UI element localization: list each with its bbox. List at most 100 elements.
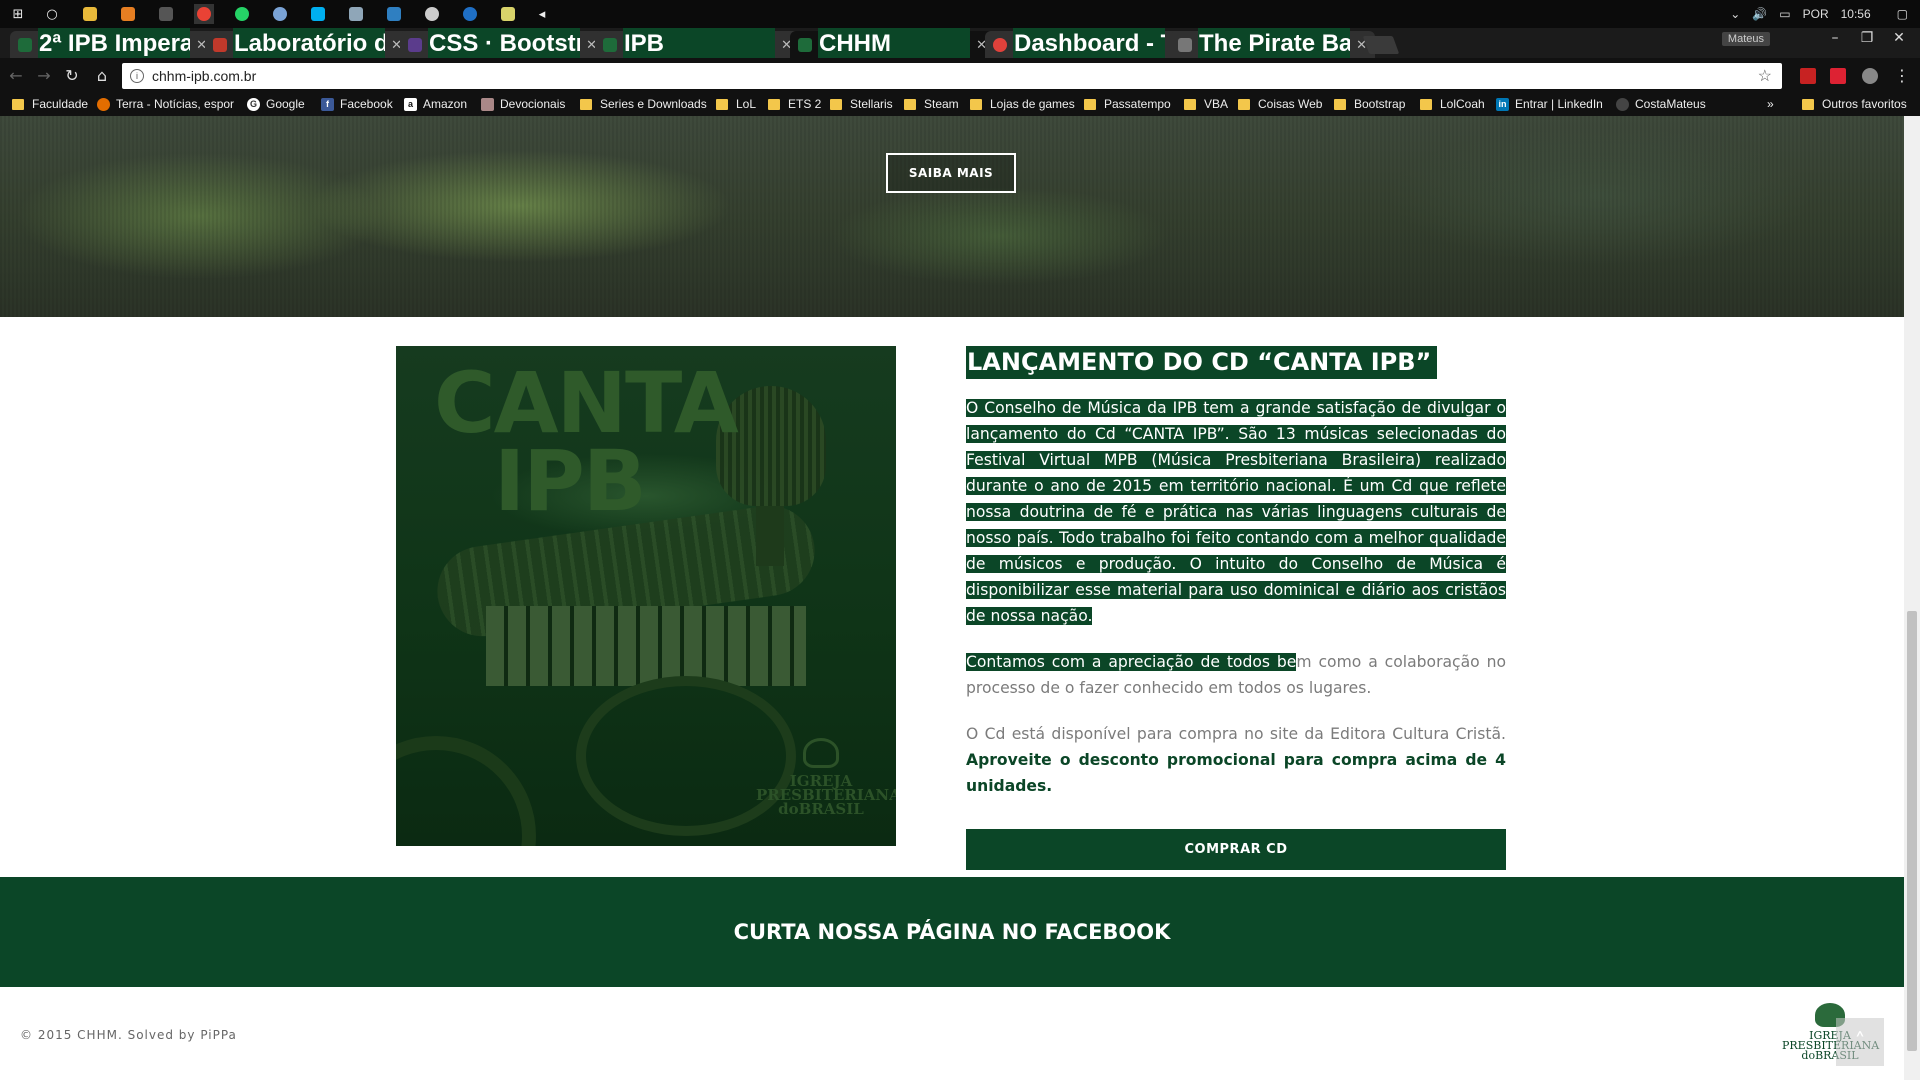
folder-icon	[1084, 98, 1096, 110]
site-info-icon[interactable]: i	[130, 69, 144, 83]
saiba-mais-button[interactable]: SAIBA MAIS	[886, 153, 1016, 193]
notepad-icon[interactable]	[498, 4, 518, 24]
folder-icon	[830, 98, 842, 110]
restore-icon[interactable]: ❐	[1852, 30, 1882, 46]
extension-icon[interactable]	[1862, 68, 1878, 84]
extension-icon[interactable]	[1830, 68, 1846, 84]
chrome-icon[interactable]	[194, 4, 214, 24]
network-icon[interactable]: ▭	[1779, 7, 1790, 21]
cortana-icon[interactable]: ○	[42, 4, 62, 24]
media-player-icon[interactable]	[118, 4, 138, 24]
remote-desktop-icon[interactable]	[346, 4, 366, 24]
bookmark-item[interactable]: Terra - Notícias, espor	[97, 97, 234, 111]
menu-icon[interactable]: ⋮	[1892, 66, 1912, 86]
bookmark-item[interactable]: in Entrar | LinkedIn	[1496, 97, 1603, 111]
page-scrollbar[interactable]	[1904, 116, 1920, 1080]
globe-icon[interactable]	[270, 4, 290, 24]
other-bookmarks[interactable]: Outros favoritos	[1802, 97, 1907, 111]
browser-tab[interactable]: IPB ✕	[595, 28, 800, 61]
notifications-icon[interactable]: ▢	[1897, 7, 1908, 21]
folder-icon	[904, 98, 916, 110]
bookmark-item[interactable]: Series e Downloads	[580, 97, 707, 111]
browser-tab[interactable]: Dashboard - Trakt.tv ✕	[985, 28, 1190, 61]
minimize-icon[interactable]: –	[1820, 30, 1850, 46]
bookmark-item[interactable]: LolCoah	[1420, 97, 1485, 111]
tab-favicon-icon	[213, 37, 227, 52]
tab-title: Laboratório de Usabilida	[233, 28, 386, 61]
chevron-up-icon: ˄	[1854, 1029, 1866, 1055]
bookmark-item[interactable]: Bootstrap	[1334, 97, 1405, 111]
footer-copyright: © 2015 CHHM. Solved by PiPPa	[20, 1028, 237, 1042]
bookmark-item[interactable]: Faculdade	[12, 97, 88, 111]
back-icon[interactable]: ←	[6, 66, 26, 86]
bookmarks-overflow-button[interactable]: »	[1767, 97, 1774, 111]
skype-icon[interactable]	[308, 4, 328, 24]
article: LANÇAMENTO DO CD “CANTA IPB” O Conselho …	[966, 346, 1506, 870]
github-icon	[1616, 97, 1629, 111]
profile-button[interactable]: Mateus	[1721, 32, 1770, 46]
facebook-cta-text[interactable]: CURTA NOSSA PÁGINA NO FACEBOOK	[734, 920, 1171, 944]
album-title: CANTA IPB	[434, 354, 739, 530]
tab-favicon-icon	[1178, 37, 1192, 52]
file-explorer-icon[interactable]	[80, 4, 100, 24]
amazon-icon: a	[404, 97, 417, 111]
scrollbar-thumb[interactable]	[1907, 611, 1917, 1051]
home-icon[interactable]: ⌂	[92, 66, 112, 86]
language-indicator[interactable]: POR	[1803, 7, 1829, 21]
tab-title: Dashboard - Trakt.tv	[1013, 28, 1166, 61]
article-paragraph: O Conselho de Música da IPB tem a grande…	[966, 399, 1506, 625]
tab-title: The Pirate Bay - The gala	[1198, 28, 1351, 61]
forward-icon[interactable]: →	[34, 66, 54, 86]
bookmark-item[interactable]: LoL	[716, 97, 756, 111]
windows-start-icon[interactable]: ⊞	[8, 4, 28, 24]
new-tab-button[interactable]	[1362, 36, 1400, 54]
album-cover-image: CANTA IPB IGREJA PRESBITERIANA doBRASIL	[396, 346, 896, 846]
bookmark-item[interactable]: G Google	[247, 97, 305, 111]
cloud-app-icon[interactable]	[422, 4, 442, 24]
bookmark-item[interactable]: Stellaris	[830, 97, 893, 111]
windows-taskbar: ⊞ ○ ◂ ⌄ 🔊 ▭ POR 10:56 ▢	[0, 0, 1920, 28]
reload-icon[interactable]: ↻	[62, 66, 82, 86]
page-viewport: SAIBA MAIS CANTA IPB IGREJA PRESBITERIAN…	[0, 116, 1904, 1080]
edge-icon[interactable]	[460, 4, 480, 24]
tab-title: CSS · Bootstrap em Portu	[428, 28, 581, 61]
bookmark-item[interactable]: Devocionais	[481, 97, 565, 111]
tab-title: 2ª IPB Imperatriz - MA	[38, 28, 191, 61]
promo-text: Aproveite o desconto promocional para co…	[966, 751, 1506, 795]
devotional-icon	[481, 97, 494, 111]
browser-tab[interactable]: The Pirate Bay - The gala ✕	[1170, 28, 1375, 61]
bookmark-item[interactable]: Coisas Web	[1238, 97, 1322, 111]
bookmark-item[interactable]: ETS 2	[768, 97, 821, 111]
whatsapp-icon[interactable]	[232, 4, 252, 24]
piano-keys-icon	[486, 606, 806, 686]
movie-maker-icon[interactable]	[156, 4, 176, 24]
back-to-top-button[interactable]: ˄	[1836, 1018, 1884, 1066]
address-url: chhm-ipb.com.br	[152, 68, 257, 84]
facebook-cta-band[interactable]: CURTA NOSSA PÁGINA NO FACEBOOK	[0, 877, 1904, 987]
close-window-icon[interactable]: ✕	[1884, 30, 1914, 46]
comprar-cd-button[interactable]: COMPRAR CD	[966, 829, 1506, 870]
bookmark-item[interactable]: Lojas de games	[970, 97, 1075, 111]
bookmark-item[interactable]: f Facebook	[321, 97, 393, 111]
tab-favicon-icon	[18, 37, 32, 52]
teamviewer-icon[interactable]	[384, 4, 404, 24]
extension-icon[interactable]	[1800, 68, 1816, 84]
bookmark-star-icon[interactable]: ☆	[1758, 66, 1772, 86]
browser-tab[interactable]: 2ª IPB Imperatriz - MA ✕	[10, 28, 215, 61]
audio-app-icon[interactable]: ◂	[532, 4, 552, 24]
tab-favicon-icon	[798, 37, 812, 52]
bookmark-item[interactable]: Steam	[904, 97, 959, 111]
chevron-up-icon[interactable]: ⌄	[1730, 7, 1740, 21]
clock[interactable]: 10:56	[1841, 7, 1871, 21]
browser-tab[interactable]: CSS · Bootstrap em Portu ✕	[400, 28, 605, 61]
bookmark-item[interactable]: Passatempo	[1084, 97, 1171, 111]
bookmark-item[interactable]: CostaMateus	[1616, 97, 1706, 111]
address-bar[interactable]: i chhm-ipb.com.br ☆	[122, 63, 1782, 89]
volume-icon[interactable]: 🔊	[1752, 7, 1767, 21]
google-icon: G	[247, 97, 260, 111]
bookmark-item[interactable]: VBA	[1184, 97, 1228, 111]
browser-tab-active[interactable]: CHHM ✕	[790, 28, 995, 61]
browser-tab[interactable]: Laboratório de Usabilida ✕	[205, 28, 410, 61]
bookmark-item[interactable]: a Amazon	[404, 97, 467, 111]
terra-icon	[97, 97, 110, 111]
